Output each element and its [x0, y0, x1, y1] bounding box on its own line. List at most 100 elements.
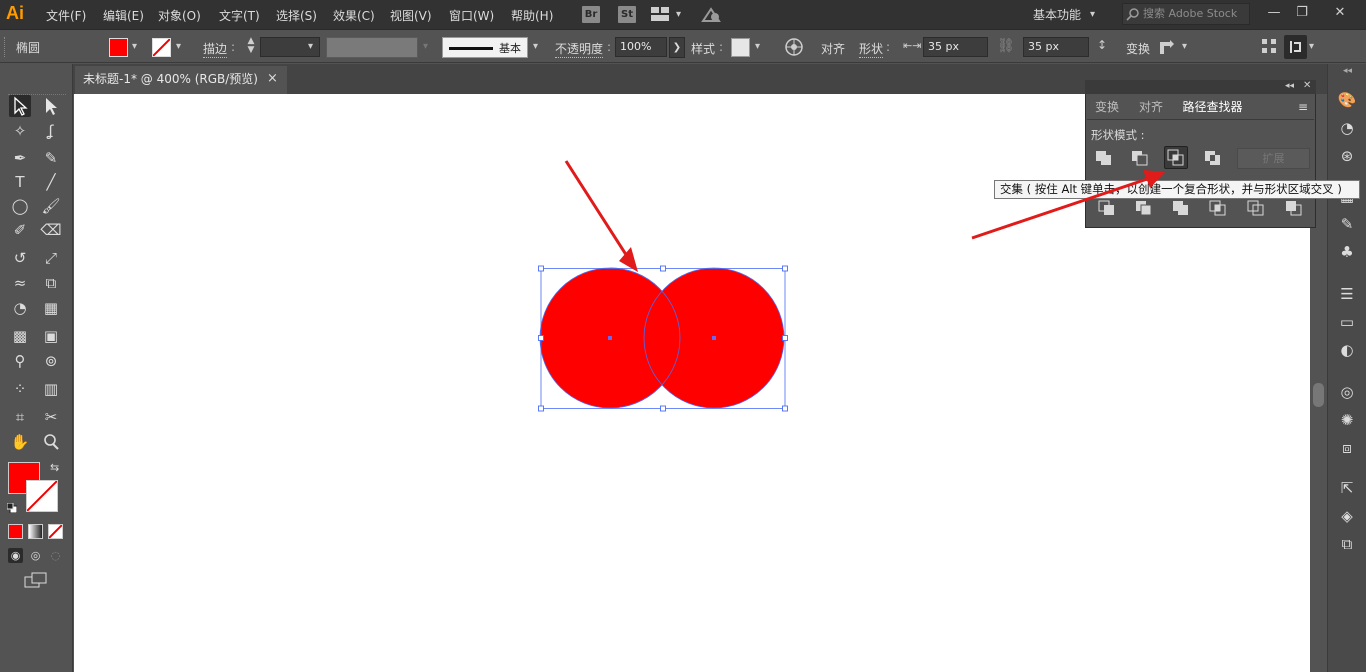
transparency-icon[interactable]: ◐ — [1337, 340, 1357, 360]
style-chevron-icon[interactable]: ▾ — [755, 37, 760, 57]
arrange-documents-icon[interactable] — [651, 7, 669, 21]
brush-definition[interactable]: 基本 — [442, 37, 528, 58]
isolate-group-icon[interactable] — [1262, 39, 1276, 53]
gradient-panel-icon[interactable]: ▭ — [1337, 312, 1357, 332]
gpu-performance-icon[interactable] — [700, 5, 722, 25]
stroke-panel-icon[interactable]: ☰ — [1337, 284, 1357, 304]
menu-help[interactable]: 帮助(H) — [511, 7, 553, 24]
outline-icon[interactable] — [1247, 199, 1265, 220]
opacity-field[interactable]: 100% — [615, 37, 667, 57]
lasso-icon[interactable]: ʆ — [40, 120, 62, 142]
handle-bottom-left[interactable] — [538, 405, 544, 412]
selection-tool-icon[interactable] — [9, 95, 31, 117]
shape-label[interactable]: 形状 — [859, 40, 884, 58]
constrain-proportions-icon[interactable]: ⛓ — [997, 38, 1015, 56]
default-colors-icon[interactable] — [6, 502, 18, 514]
stroke-chevron-down-icon[interactable]: ▾ — [176, 37, 181, 57]
magic-wand-icon[interactable]: ✧ — [9, 120, 31, 142]
gradient-tool-icon[interactable]: ▣ — [40, 325, 62, 347]
screen-mode-icon[interactable] — [24, 572, 48, 590]
shape-builder-icon[interactable]: ◔ — [9, 297, 31, 319]
eraser-icon[interactable]: ⌫ — [40, 219, 62, 241]
close-panel-icon[interactable]: ✕ — [1303, 80, 1311, 91]
crop-icon[interactable] — [1209, 199, 1227, 220]
menu-edit[interactable]: 编辑(E) — [103, 7, 144, 24]
brush-chevron-icon[interactable]: ▾ — [533, 37, 538, 57]
tab-pathfinder[interactable]: 路径查找器 — [1173, 96, 1252, 120]
stroke-weight-chevron-icon[interactable]: ▾ — [308, 37, 313, 57]
expand-button[interactable]: 扩展 — [1237, 148, 1310, 169]
draw-inside-icon[interactable]: ◌ — [48, 548, 63, 563]
opacity-label[interactable]: 不透明度 — [555, 40, 604, 58]
layers-icon[interactable]: ◈ — [1337, 506, 1357, 526]
shaper-tool-icon[interactable]: ✐ — [9, 219, 31, 241]
menu-select[interactable]: 选择(S) — [276, 7, 317, 24]
fill-chevron-down-icon[interactable]: ▾ — [132, 37, 137, 57]
line-segment-icon[interactable]: ╱ — [40, 171, 62, 193]
tab-align[interactable]: 对齐 — [1131, 96, 1171, 120]
symbol-sprayer-icon[interactable]: ⁘ — [9, 378, 31, 400]
menu-window[interactable]: 窗口(W) — [449, 7, 494, 24]
gradient-mode-button[interactable] — [28, 524, 43, 539]
handle-middle-right[interactable] — [782, 335, 788, 341]
artboard-tool-icon[interactable]: ⌗ — [9, 406, 31, 428]
graphic-style-swatch[interactable] — [731, 38, 750, 57]
collapse-panel-icon[interactable]: ◂◂ — [1285, 81, 1294, 91]
arrange-chevron-down-icon[interactable]: ▾ — [676, 5, 681, 25]
free-transform-icon[interactable]: ⧉ — [40, 272, 62, 294]
zoom-tool-icon[interactable] — [40, 431, 62, 453]
document-tab[interactable]: 未标题-1* @ 400% (RGB/预览) — [75, 66, 287, 94]
close-document-icon[interactable]: × — [267, 71, 278, 86]
artboards-icon[interactable]: ⧉ — [1337, 534, 1357, 554]
swap-fill-stroke-icon[interactable]: ⇆ — [50, 461, 59, 474]
handle-middle-left[interactable] — [538, 335, 544, 341]
menu-effect[interactable]: 效果(C) — [333, 7, 375, 24]
control-bar-grip[interactable] — [4, 37, 7, 57]
column-graph-icon[interactable]: ▥ — [40, 378, 62, 400]
restore-button[interactable]: ❐ — [1292, 4, 1312, 22]
color-mode-button[interactable] — [8, 524, 23, 539]
curvature-tool-icon[interactable]: ✎ — [40, 147, 62, 169]
scale-tool-icon[interactable]: ⤢ — [40, 247, 62, 269]
draw-behind-icon[interactable]: ◎ — [28, 548, 43, 563]
stroke-color-box[interactable] — [26, 480, 58, 512]
shape-width-field[interactable]: 35 px — [923, 37, 988, 57]
stroke-stepper[interactable]: ▲ ▼ — [244, 37, 258, 57]
width-tool-icon[interactable]: ≈ — [9, 272, 31, 294]
fill-swatch[interactable] — [109, 38, 128, 57]
stock-button[interactable]: St — [618, 6, 636, 23]
transform-link[interactable]: 变换 — [1126, 40, 1150, 57]
stroke-label[interactable]: 描边 — [203, 40, 228, 58]
brushes-icon[interactable]: ✎ — [1337, 214, 1357, 234]
symbols-icon[interactable]: ♣ — [1337, 242, 1357, 262]
stroke-none-swatch[interactable] — [152, 38, 171, 57]
direct-selection-icon[interactable] — [40, 95, 62, 117]
eyedropper-icon[interactable]: ⚲ — [9, 350, 31, 372]
draw-normal-icon[interactable]: ◉ — [8, 548, 23, 563]
handle-top-right[interactable] — [782, 265, 788, 272]
paintbrush-icon[interactable]: 🖌 — [40, 195, 62, 217]
workspace-switcher[interactable]: 基本功能 — [1033, 6, 1081, 23]
expand-dock-icon[interactable]: ◂◂ — [1343, 66, 1352, 76]
none-mode-button[interactable] — [48, 524, 63, 539]
rotate-tool-icon[interactable]: ↺ — [9, 247, 31, 269]
handle-top-left[interactable] — [538, 265, 544, 272]
variable-width-profile[interactable] — [326, 37, 418, 58]
align-link[interactable]: 对齐 — [821, 40, 845, 57]
minus-back-icon[interactable] — [1285, 199, 1303, 220]
close-window-button[interactable]: ✕ — [1330, 4, 1350, 22]
hand-tool-icon[interactable]: ✋ — [9, 431, 31, 453]
workspace-chevron-down-icon[interactable]: ▾ — [1090, 5, 1095, 25]
handle-bottom-right[interactable] — [782, 405, 788, 412]
panel-menu-button[interactable] — [1284, 35, 1307, 59]
opacity-chevron-right-icon[interactable]: ❯ — [669, 37, 685, 58]
pen-tool-icon[interactable]: ✒ — [9, 147, 31, 169]
menu-object[interactable]: 对象(O) — [158, 7, 201, 24]
bridge-button[interactable]: Br — [582, 6, 600, 23]
type-tool-icon[interactable]: T — [9, 171, 31, 193]
menu-file[interactable]: 文件(F) — [46, 7, 86, 24]
transform-options-icon[interactable] — [1158, 38, 1176, 56]
mesh-tool-icon[interactable]: ▩ — [9, 325, 31, 347]
profile-chevron-icon[interactable]: ▾ — [423, 37, 428, 57]
panel-menu-chevron-icon[interactable]: ▾ — [1309, 37, 1314, 57]
